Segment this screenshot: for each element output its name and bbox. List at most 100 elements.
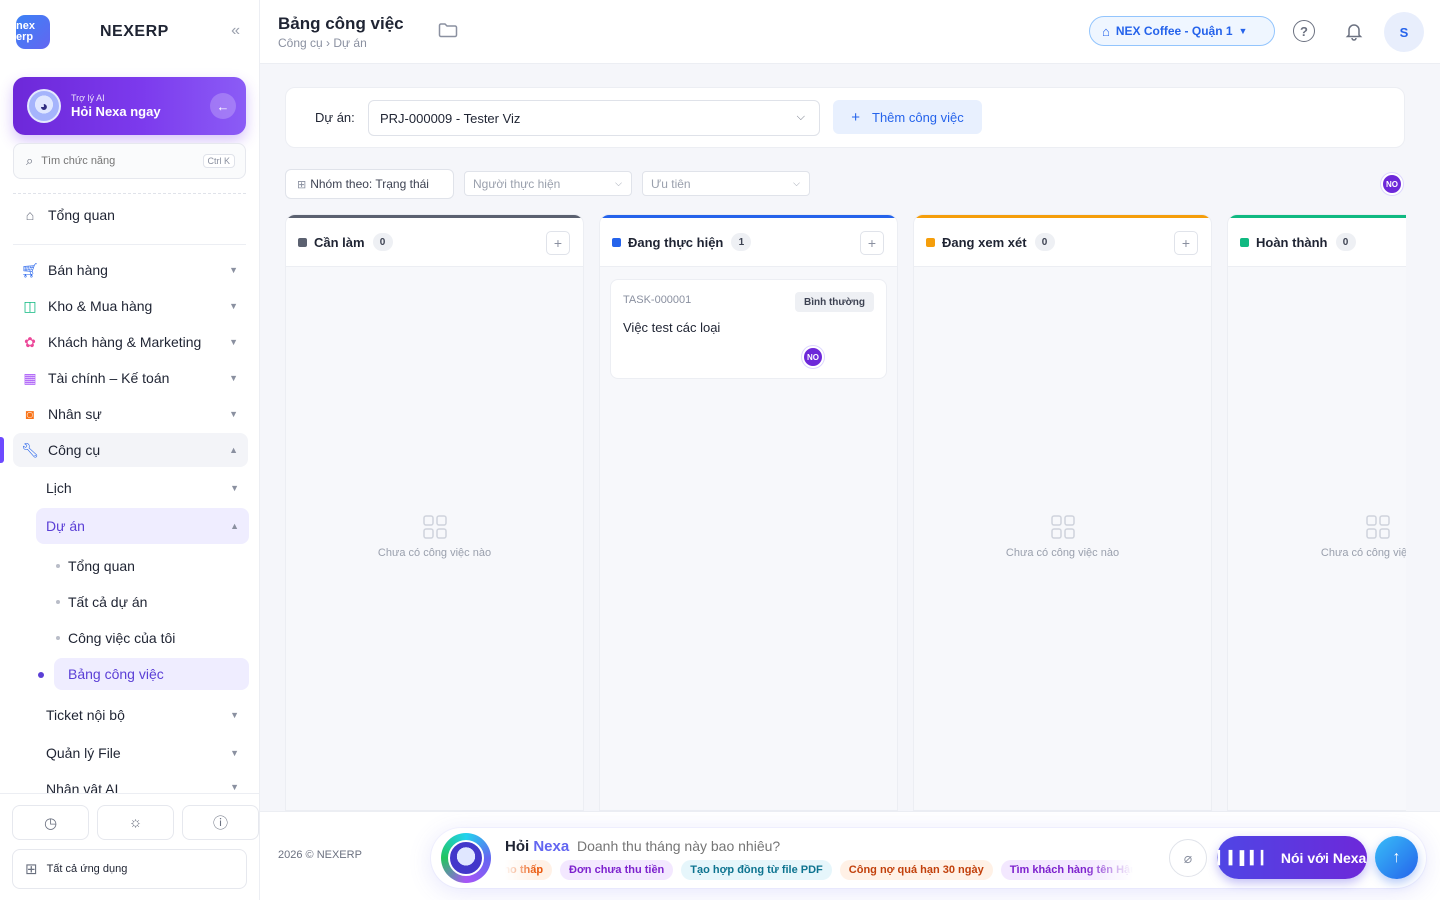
ai-assistant-card[interactable]: ◕ Trợ lý AI Hỏi Nexa ngay ← [13, 77, 246, 135]
sidebar-sub-label: Dự án [46, 518, 85, 534]
send-button[interactable]: ↑ [1375, 836, 1418, 879]
task-card[interactable]: TASK-000001 Bình thường Việc test các lo… [610, 279, 887, 379]
active-dot [38, 672, 44, 678]
member-badge[interactable]: NO [1381, 173, 1403, 195]
ask-nexa-input[interactable] [577, 838, 997, 854]
function-search[interactable]: ⌕ Ctrl K [13, 143, 246, 179]
group-by-button[interactable]: ⊞ Nhóm theo: Trạng thái [285, 169, 454, 199]
brand: nex erp NEXERP « [16, 14, 248, 50]
column-title: Đang xem xét [942, 234, 1027, 250]
help-icon[interactable]: ? [1293, 20, 1315, 42]
suggestion-chip[interactable]: Đơn chưa thu tiền [560, 860, 674, 880]
divider [13, 193, 246, 194]
nexa-robot-icon[interactable] [441, 833, 491, 883]
sidebar-item-overview[interactable]: ⌂ Tổng quan [13, 198, 248, 232]
task-assignee-avatar[interactable]: NO [802, 346, 824, 368]
sidebar-item-customers[interactable]: ✿ Khách hàng & Marketing ▼ [13, 325, 248, 359]
add-card-button[interactable]: + [546, 231, 570, 255]
theme-button[interactable]: ☼ [97, 805, 174, 840]
empty-grid-icon [1050, 515, 1075, 539]
history-button[interactable]: ◷ [12, 805, 89, 840]
column-header: Cần làm 0 + [286, 215, 583, 267]
priority-filter-label: Ưu tiên [651, 176, 691, 191]
assignee-filter[interactable]: Người thực hiện ⌵ [464, 171, 632, 196]
chevron-down-icon: ⌵ [793, 178, 800, 188]
add-card-button[interactable]: + [860, 231, 884, 255]
sidebar-leaf-my-tasks[interactable]: Công việc của tôi [54, 622, 249, 654]
empty-state-text: Chưa có công việc nào [377, 547, 492, 559]
all-apps-label: Tất cả ứng dụng [46, 863, 128, 875]
ai-robot-icon: ◕ [27, 89, 61, 123]
sidebar-item-label: Nhân sự [48, 406, 102, 422]
all-apps-button[interactable]: ⊞ Tất cả ứng dụng [12, 849, 247, 889]
chevron-down-icon: ▼ [230, 782, 239, 792]
brand-logo[interactable]: nex erp [16, 15, 50, 49]
sidebar-leaf-task-board[interactable]: Bảng công việc [54, 658, 249, 690]
calculator-icon: ▦ [23, 369, 37, 386]
sidebar-leaf-label: Công việc của tôi [68, 630, 176, 646]
board-column-todo: Cần làm 0 + Chưa có công việc nào [285, 214, 584, 811]
add-card-button[interactable]: + [1174, 231, 1198, 255]
empty-grid-icon [1365, 515, 1390, 539]
apps-grid-icon: ⊞ [25, 861, 38, 878]
sidebar-item-finance[interactable]: ▦ Tài chính – Kế toán ▼ [13, 361, 248, 395]
suggestion-chip[interactable]: Tìm khách hàng tên Hậu [1000, 860, 1133, 880]
assignee-filter-label: Người thực hiện [473, 176, 561, 191]
ask-nexa-bar: Hỏi Nexa Tồn kho thấp Đơn chưa thu tiền … [431, 828, 1426, 888]
add-task-button[interactable]: + Thêm công việc [833, 100, 982, 134]
group-by-label: Nhóm theo: Trạng thái [310, 177, 429, 191]
status-dot [298, 237, 307, 247]
task-id: TASK-000001 [623, 294, 692, 306]
topbar: Bảng công việc Công cụ › Dự án ⌂ NEX Cof… [260, 0, 1440, 64]
collapse-sidebar-icon[interactable]: « [231, 22, 240, 40]
sidebar-item-hr[interactable]: ◙ Nhân sự ▼ [13, 397, 248, 431]
wrench-icon: 🔧︎ [21, 441, 39, 458]
search-shortcut: Ctrl K [202, 154, 235, 168]
bell-icon[interactable] [1341, 18, 1367, 44]
breadcrumb: Công cụ › Dự án [278, 36, 367, 50]
store-name: NEX Coffee - Quận 1 [1115, 24, 1233, 38]
sidebar-sub-tickets[interactable]: Ticket nội bộ ▼ [36, 697, 249, 733]
sidebar-sub-ai-characters[interactable]: Nhân vật AI ▼ [36, 772, 249, 793]
sidebar-sub-label: Lịch [46, 480, 72, 496]
board-column-done: Hoàn thành 0 Chưa có công việc nào [1227, 214, 1406, 811]
attach-button[interactable]: ⌀ [1169, 839, 1207, 877]
suggestion-chip[interactable]: Tồn kho thấp [505, 860, 553, 880]
alert-button[interactable]: ⓘ [182, 805, 259, 840]
sidebar-sub-files[interactable]: Quản lý File ▼ [36, 735, 249, 771]
sidebar-item-tools[interactable]: 🔧︎ Công cụ ▲ [13, 433, 248, 467]
suggestion-chip[interactable]: Tạo hợp đồng từ file PDF [681, 860, 832, 880]
column-count: 0 [372, 233, 393, 251]
priority-filter[interactable]: Ưu tiên ⌵ [642, 171, 810, 196]
user-avatar[interactable]: S [1384, 12, 1424, 52]
priority-badge: Bình thường [794, 292, 874, 312]
sidebar-sub-projects[interactable]: Dự án ▲ [36, 508, 249, 544]
divider [13, 244, 246, 245]
project-label: Dự án: [315, 110, 355, 125]
column-header: Đang xem xét 0 + [914, 215, 1211, 267]
search-icon: ⌕ [26, 153, 34, 168]
clock-icon: ◷ [43, 814, 58, 832]
voice-button[interactable]: ▎▍▌▍▎ Nói với Nexa [1217, 836, 1367, 879]
sidebar-sub-calendar[interactable]: Lịch ▼ [36, 470, 249, 506]
arrow-left-icon[interactable]: ← [210, 93, 236, 119]
soundwave-icon: ▎▍▌▍▎ [1217, 849, 1272, 865]
project-select[interactable]: PRJ-000009 - Tester Viz ⌵ [368, 100, 820, 136]
sidebar-bottom: ◷ ☼ ⓘ ⊞ Tất cả ứng dụng [0, 793, 259, 900]
empty-state: Chưa có công việc nào [914, 515, 1211, 559]
sidebar-leaf-all-projects[interactable]: Tất cả dự án [54, 586, 249, 618]
sidebar-item-label: Công cụ [48, 442, 101, 458]
sidebar-item-label: Kho & Mua hàng [48, 298, 153, 314]
project-select-value: PRJ-000009 - Tester Viz [380, 110, 521, 126]
search-input[interactable] [41, 155, 182, 167]
folder-icon[interactable] [438, 22, 458, 43]
store-selector[interactable]: ⌂ NEX Coffee - Quận 1 ▼ [1089, 16, 1275, 46]
store-icon: ⌂ [1102, 23, 1110, 39]
suggestion-chip[interactable]: Công nợ quá hạn 30 ngày [839, 860, 993, 880]
sidebar-leaf-project-overview[interactable]: Tổng quan [54, 550, 249, 582]
sidebar-item-sales[interactable]: 🛒︎ Bán hàng ▼ [13, 253, 248, 287]
chevron-down-icon: ▼ [229, 337, 238, 347]
ai-card-subtitle: Trợ lý AI [71, 93, 105, 103]
sidebar-item-inventory[interactable]: ◫ Kho & Mua hàng ▼ [13, 289, 248, 323]
copyright: 2026 © NEXERP [278, 849, 362, 861]
